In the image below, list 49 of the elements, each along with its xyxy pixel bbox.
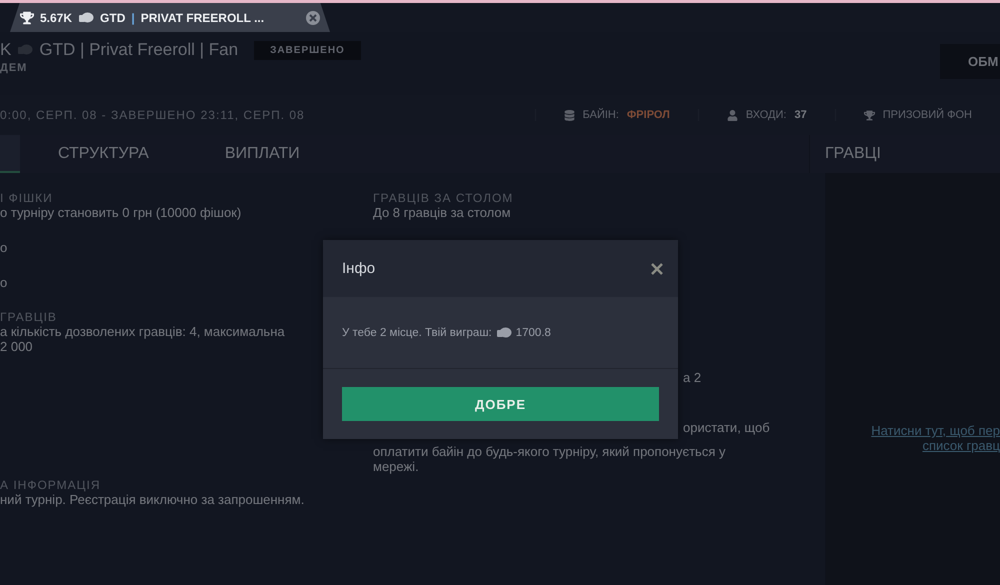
tournament-title: GTD | Privat Freeroll | Fan: [39, 40, 238, 60]
info-text: о: [0, 275, 8, 290]
chip-icon: [496, 326, 512, 338]
prize-amount: 5.67K: [40, 10, 72, 24]
ok-button[interactable]: ДОБРЕ: [342, 387, 659, 421]
info-text: о: [0, 240, 8, 255]
coins-icon: [564, 110, 575, 120]
status-badge: ЗАВЕРШЕНО: [254, 40, 361, 60]
stat-value: ФРІРОЛ: [626, 109, 670, 121]
info-text: о турніру становить 0 грн (10000 фішок): [0, 205, 242, 220]
trophy-icon: [20, 10, 34, 24]
close-button[interactable]: [650, 262, 664, 276]
close-icon[interactable]: [306, 10, 320, 24]
info-text: а кількість дозволених гравців: 4, максимальна: [0, 324, 285, 339]
tab[interactable]: [0, 135, 20, 173]
browser-tab[interactable]: 5.67K GTD | PRIVAT FREEROLL ...: [10, 3, 330, 32]
section-label: І ФІШКИ: [0, 191, 53, 205]
separator: |: [131, 10, 135, 24]
stat-label: ВХОДИ:: [746, 109, 786, 121]
info-text: а 2: [683, 370, 702, 385]
chip-icon: [17, 44, 34, 56]
section-label: А ІНФОРМАЦІЯ: [0, 478, 101, 492]
info-text: До 8 гравців за столом: [373, 205, 511, 220]
stat-label: ПРИЗОВИЙ ФОН: [882, 109, 972, 121]
players-link[interactable]: Натисни тут, щоб пер: [871, 423, 1000, 438]
trophy-icon: [864, 110, 875, 120]
tournament-subtitle: ДЕМ: [0, 62, 28, 74]
person-icon: [726, 110, 738, 120]
players-link[interactable]: список гравц: [922, 438, 1000, 453]
header-button[interactable]: ОБМ: [940, 44, 1000, 79]
info-text: мережі.: [373, 459, 419, 474]
guarantee-label: GTD: [100, 10, 126, 24]
info-text: оплатити байін до будь-якого турніру, який пропонується у: [373, 444, 726, 459]
info-text: ний турнір. Реєстрація виключно за запрошенням.: [0, 492, 304, 507]
dialog-message: У тебе 2 місце. Твій виграш:: [342, 326, 492, 338]
section-label: ГРАВЦІВ ЗА СТОЛОМ: [373, 191, 514, 205]
tournament-title: K: [0, 40, 12, 60]
win-amount: 1700.8: [516, 326, 551, 338]
chip-icon: [78, 12, 94, 24]
info-text: 2 000: [0, 339, 33, 354]
dialog-title: Інфо: [342, 260, 376, 277]
info-text: ористати, щоб: [683, 420, 770, 435]
stat-value: 37: [794, 109, 807, 121]
tab[interactable]: СТРУКТУРА: [20, 135, 187, 173]
tab[interactable]: ВИПЛАТИ: [186, 135, 338, 173]
tab-title: PRIVAT FREEROLL ...: [140, 10, 264, 24]
schedule-text: 0:00, СЕРП. 08 - ЗАВЕРШЕНО 23:11, СЕРП. 08: [0, 108, 305, 122]
stat-label: БАЙІН:: [582, 109, 619, 121]
section-label: ГРАВЦІВ: [0, 310, 57, 324]
